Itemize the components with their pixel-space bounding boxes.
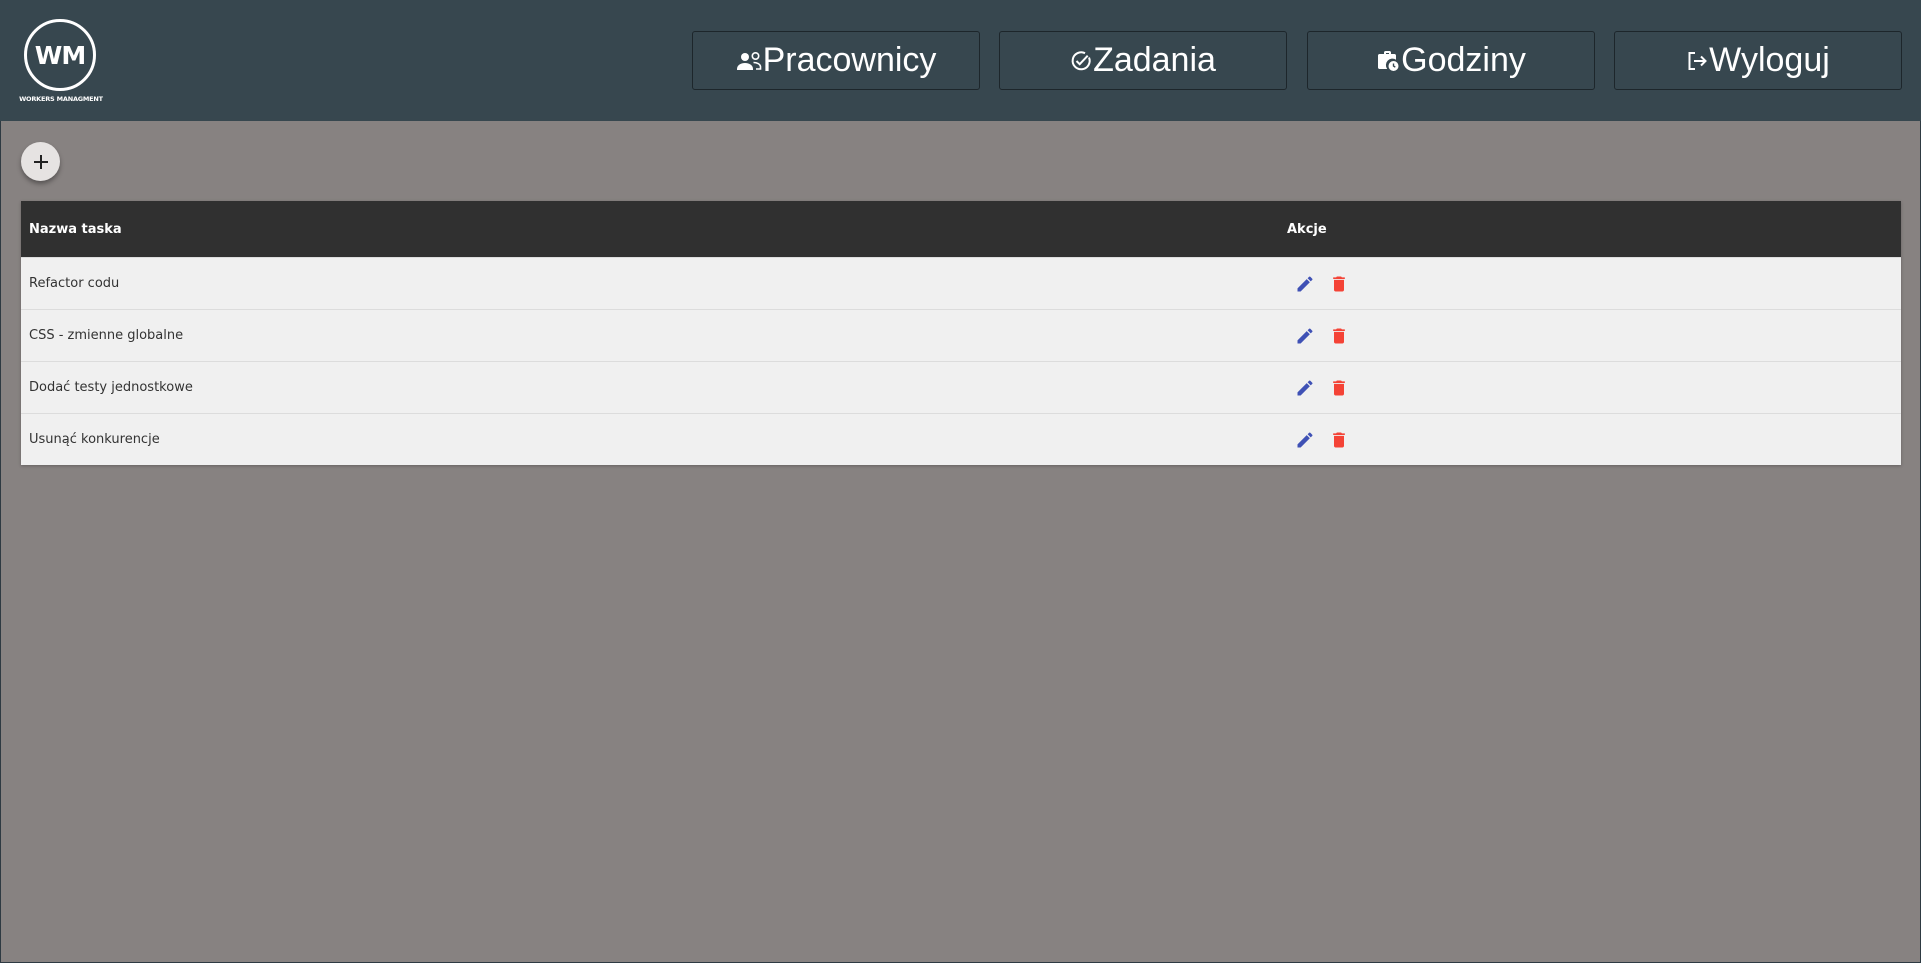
- task-name: CSS - zmienne globalne: [29, 328, 184, 343]
- edit-button[interactable]: [1293, 428, 1317, 452]
- edit-button[interactable]: [1293, 324, 1317, 348]
- nav-label-godziny: Godziny: [1401, 41, 1526, 79]
- pencil-icon: [1297, 431, 1313, 447]
- table-row: Dodać testy jednostkowe: [21, 361, 1901, 413]
- table-row: Usunąć konkurencje: [21, 413, 1901, 465]
- nav-button-godziny[interactable]: Godziny: [1307, 31, 1595, 90]
- nav-label-pracownicy: Pracownicy: [762, 41, 937, 79]
- row-actions: [1293, 310, 1351, 361]
- logo[interactable]: WM: [24, 19, 96, 91]
- page-border: [0, 0, 1921, 963]
- trash-icon: [1333, 432, 1345, 447]
- logout-icon: [1688, 51, 1708, 70]
- pencil-icon: [1297, 327, 1313, 343]
- nav-label-wyloguj: Wyloguj: [1709, 41, 1830, 79]
- trash-icon: [1333, 276, 1345, 291]
- nav-label-zadania: Zadania: [1093, 41, 1216, 79]
- nav-button-wyloguj[interactable]: Wyloguj: [1614, 31, 1902, 90]
- task-name: Usunąć konkurencje: [29, 432, 160, 447]
- row-actions: [1293, 258, 1351, 309]
- top-navbar: WM WORKERS MANAGMENT Pracownicy Zadania …: [0, 0, 1921, 121]
- nav-button-pracownicy[interactable]: Pracownicy: [692, 31, 980, 90]
- delete-button[interactable]: [1327, 428, 1351, 452]
- logo-subtitle: WORKERS MANAGMENT: [19, 95, 103, 103]
- table-row: CSS - zmienne globalne: [21, 309, 1901, 361]
- row-actions: [1293, 414, 1351, 465]
- column-header-name: Nazwa taska: [29, 221, 122, 237]
- task-name: Dodać testy jednostkowe: [29, 380, 193, 395]
- people-icon: [736, 51, 761, 70]
- delete-button[interactable]: [1327, 376, 1351, 400]
- column-header-actions: Akcje: [1287, 221, 1327, 237]
- table-row: Refactor codu: [21, 257, 1901, 309]
- delete-button[interactable]: [1327, 272, 1351, 296]
- edit-button[interactable]: [1293, 376, 1317, 400]
- row-actions: [1293, 362, 1351, 413]
- table-header: Nazwa taska Akcje: [21, 201, 1901, 257]
- trash-icon: [1333, 380, 1345, 395]
- logo-text: WM: [34, 40, 86, 70]
- work-history-icon: [1378, 50, 1399, 71]
- check-circle-icon: [1071, 50, 1091, 70]
- trash-icon: [1333, 328, 1345, 343]
- edit-button[interactable]: [1293, 272, 1317, 296]
- delete-button[interactable]: [1327, 324, 1351, 348]
- tasks-table: Nazwa taska Akcje Refactor codu CSS - zm…: [21, 201, 1901, 465]
- task-name: Refactor codu: [29, 276, 120, 291]
- plus-icon: [33, 154, 48, 169]
- pencil-icon: [1297, 379, 1313, 395]
- nav-button-zadania[interactable]: Zadania: [999, 31, 1287, 90]
- add-task-button[interactable]: [21, 142, 60, 181]
- pencil-icon: [1297, 275, 1313, 291]
